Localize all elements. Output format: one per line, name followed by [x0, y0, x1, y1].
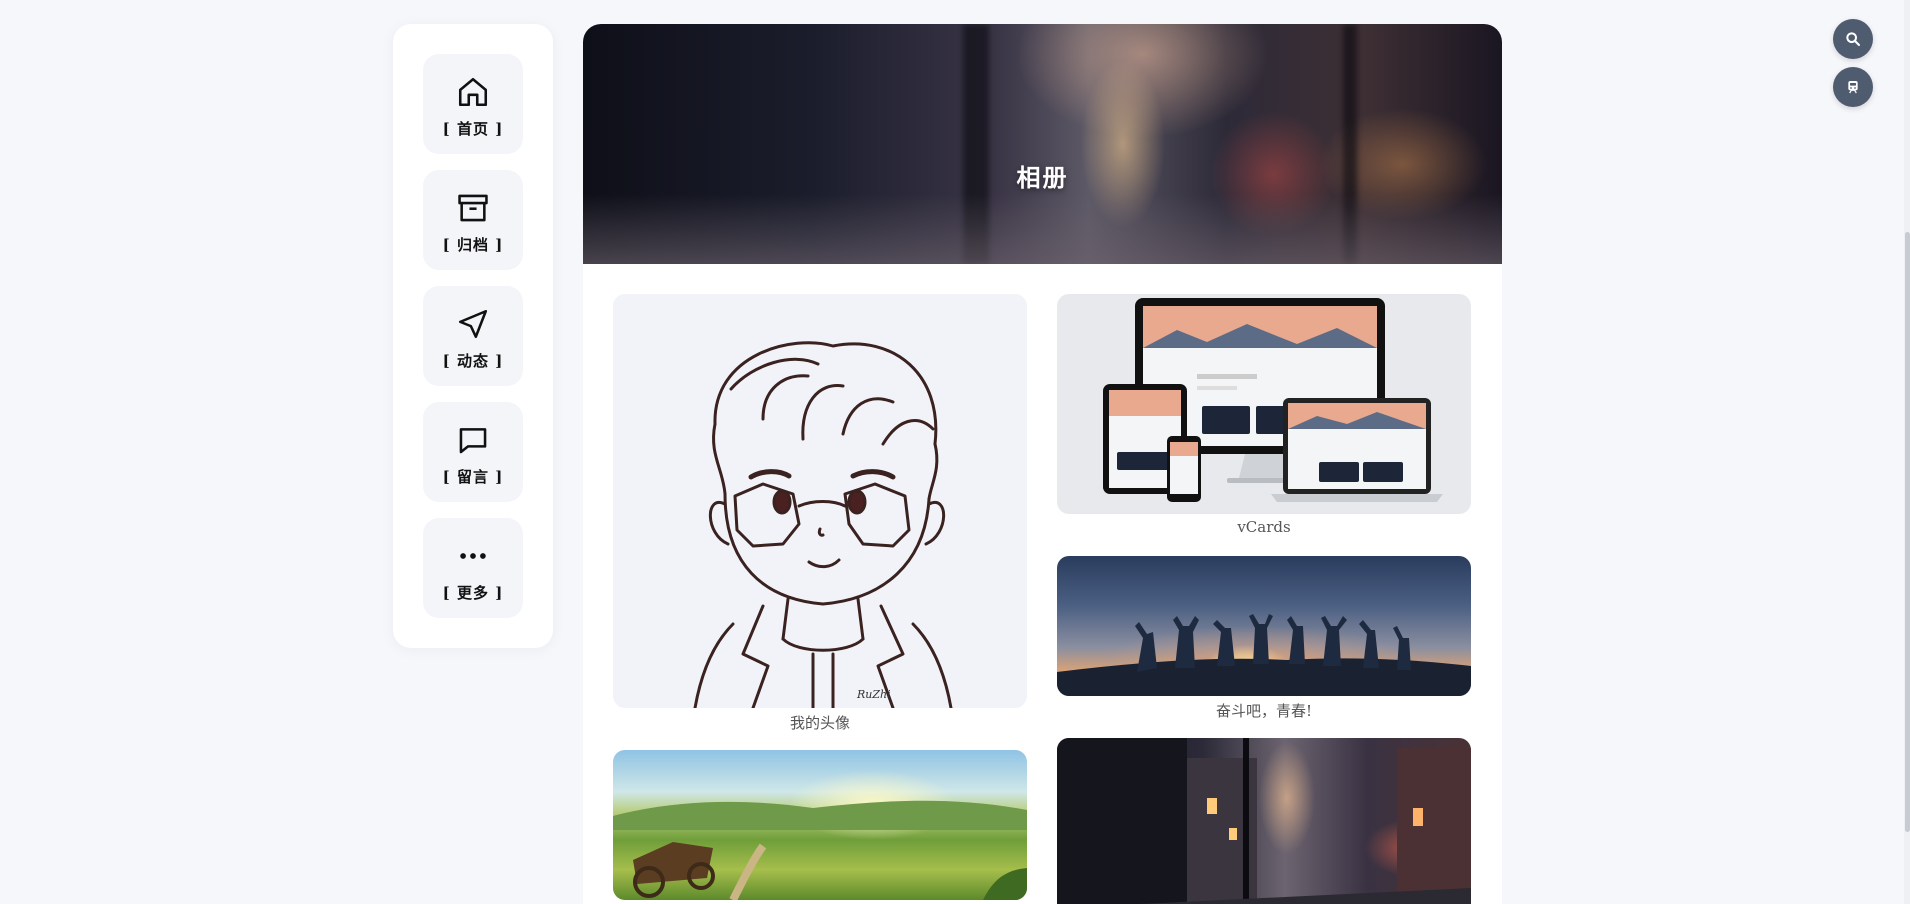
photo-avatar[interactable]: RuZhi — [613, 294, 1027, 708]
sidebar: [ 首页 ] [ 归档 ] [ 动态 ] [ 留言 ] [ 更多 ] — [393, 24, 553, 648]
sidebar-item-label: [ 留言 ] — [442, 468, 504, 486]
photo-vcards[interactable] — [1057, 294, 1471, 514]
more-icon — [455, 538, 491, 574]
sidebar-item-home[interactable]: [ 首页 ] — [423, 54, 523, 154]
photo-youth[interactable] — [1057, 556, 1471, 696]
banner-decoration — [963, 24, 989, 264]
search-button[interactable] — [1833, 19, 1873, 59]
search-icon — [1845, 31, 1861, 47]
train-button[interactable] — [1833, 67, 1873, 107]
archive-icon — [455, 190, 491, 226]
sidebar-item-label: [ 动态 ] — [442, 352, 504, 370]
photo-caption: 我的头像 — [789, 714, 850, 732]
main-content: 相册 RuZhi 我的头像 vCards 奋斗吧，青春! — [583, 24, 1502, 904]
photo-meadow[interactable] — [613, 750, 1027, 900]
photo-street[interactable] — [1057, 738, 1471, 904]
photo-caption: 奋斗吧，青春! — [1215, 702, 1313, 720]
sidebar-item-messages[interactable]: [ 留言 ] — [423, 402, 523, 502]
sidebar-item-more[interactable]: [ 更多 ] — [423, 518, 523, 618]
sidebar-item-label: [ 首页 ] — [442, 120, 504, 138]
photo-caption: vCards — [1237, 518, 1291, 536]
page-title: 相册 — [1016, 163, 1069, 192]
sidebar-item-moments[interactable]: [ 动态 ] — [423, 286, 523, 386]
train-icon — [1845, 79, 1861, 95]
banner-decoration — [1343, 24, 1357, 264]
sidebar-item-archive[interactable]: [ 归档 ] — [423, 170, 523, 270]
home-icon — [455, 74, 491, 110]
send-icon — [455, 306, 491, 342]
page: [ 首页 ] [ 归档 ] [ 动态 ] [ 留言 ] [ 更多 ] 相册 Ru… — [0, 0, 1910, 904]
sidebar-item-label: [ 更多 ] — [442, 584, 504, 602]
photo-signature: RuZhi — [857, 688, 891, 701]
scrollbar-thumb[interactable] — [1905, 232, 1910, 832]
message-icon — [455, 422, 491, 458]
sidebar-item-label: [ 归档 ] — [442, 236, 504, 254]
page-banner: 相册 — [583, 24, 1502, 264]
